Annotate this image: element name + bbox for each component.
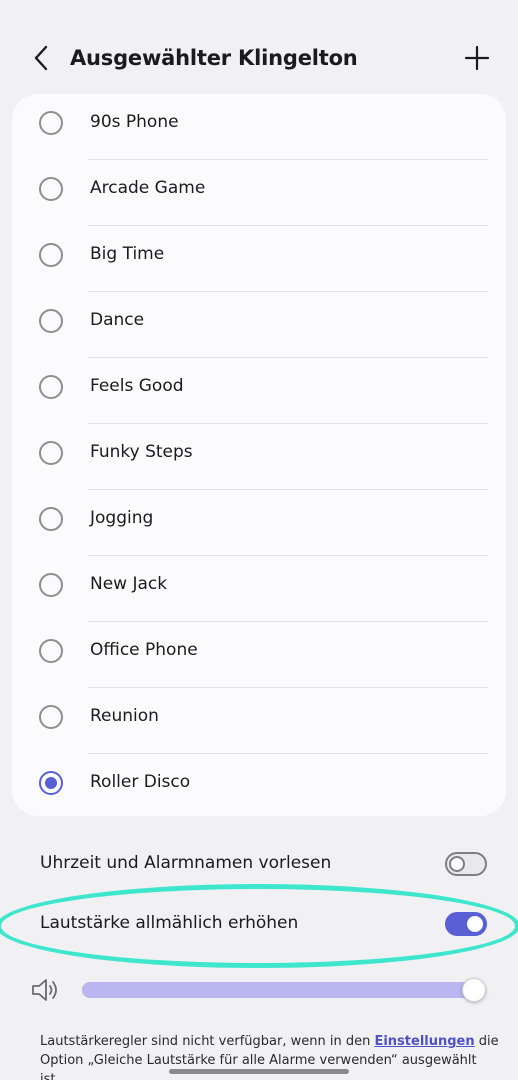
ringtone-option[interactable]: 90s Phone [12,94,506,160]
ringtone-label: Reunion [90,706,159,726]
ringtone-option[interactable]: Reunion [12,688,506,754]
read-aloud-setting[interactable]: Uhrzeit und Alarmnamen vorlesen [0,840,518,890]
ringtone-option[interactable]: Office Phone [12,622,506,688]
ringtone-option[interactable]: New Jack [12,556,506,622]
plus-icon [464,45,490,71]
ringtone-option[interactable]: Dance [12,292,506,358]
radio-button[interactable] [39,177,63,201]
read-aloud-label: Uhrzeit und Alarmnamen vorlesen [40,853,332,873]
volume-control [0,968,518,1012]
ringtone-label: Office Phone [90,640,198,660]
radio-button[interactable] [39,111,63,135]
volume-slider-thumb[interactable] [462,978,486,1002]
ringtone-option[interactable]: Roller Disco [12,754,506,816]
radio-button[interactable] [39,771,63,795]
ringtone-label: 90s Phone [90,112,179,132]
ringtone-option[interactable]: Big Time [12,226,506,292]
settings-link[interactable]: Einstellungen [374,1034,474,1049]
ringtone-option[interactable]: Arcade Game [12,160,506,226]
radio-button[interactable] [39,243,63,267]
add-ringtone-button[interactable] [460,40,494,76]
ringtone-option[interactable]: Funky Steps [12,424,506,490]
radio-button[interactable] [39,507,63,531]
ringtone-label: Funky Steps [90,442,193,462]
highlight-ellipse [0,884,518,968]
read-aloud-toggle[interactable] [445,852,487,876]
speaker-icon [32,979,57,1001]
radio-button[interactable] [39,705,63,729]
volume-slider-fill [82,982,486,998]
app-header: Ausgewählter Klingelton [0,30,518,86]
ringtone-option[interactable]: Jogging [12,490,506,556]
ringtone-label: Feels Good [90,376,184,396]
ringtone-option[interactable]: Feels Good [12,358,506,424]
home-indicator [169,1069,349,1074]
radio-button[interactable] [39,309,63,333]
back-button[interactable] [26,40,56,76]
ringtone-label: Dance [90,310,145,330]
chevron-left-icon [34,45,48,71]
ringtone-label: Jogging [90,508,154,528]
page-title: Ausgewählter Klingelton [70,46,358,70]
ringtone-list: 90s Phone Arcade Game Big Time Dance Feels G… [12,94,506,816]
note-text-before: Lautstärkeregler sind nicht verfügbar, w… [40,1034,375,1049]
volume-slider[interactable] [82,978,486,1002]
radio-button[interactable] [39,639,63,663]
radio-button[interactable] [39,375,63,399]
ringtone-label: New Jack [90,574,168,594]
radio-button[interactable] [39,441,63,465]
ringtone-label: Arcade Game [90,178,206,198]
ringtone-label: Big Time [90,244,165,264]
ringtone-label: Roller Disco [90,772,191,792]
radio-button[interactable] [39,573,63,597]
toggle-knob [449,856,465,872]
